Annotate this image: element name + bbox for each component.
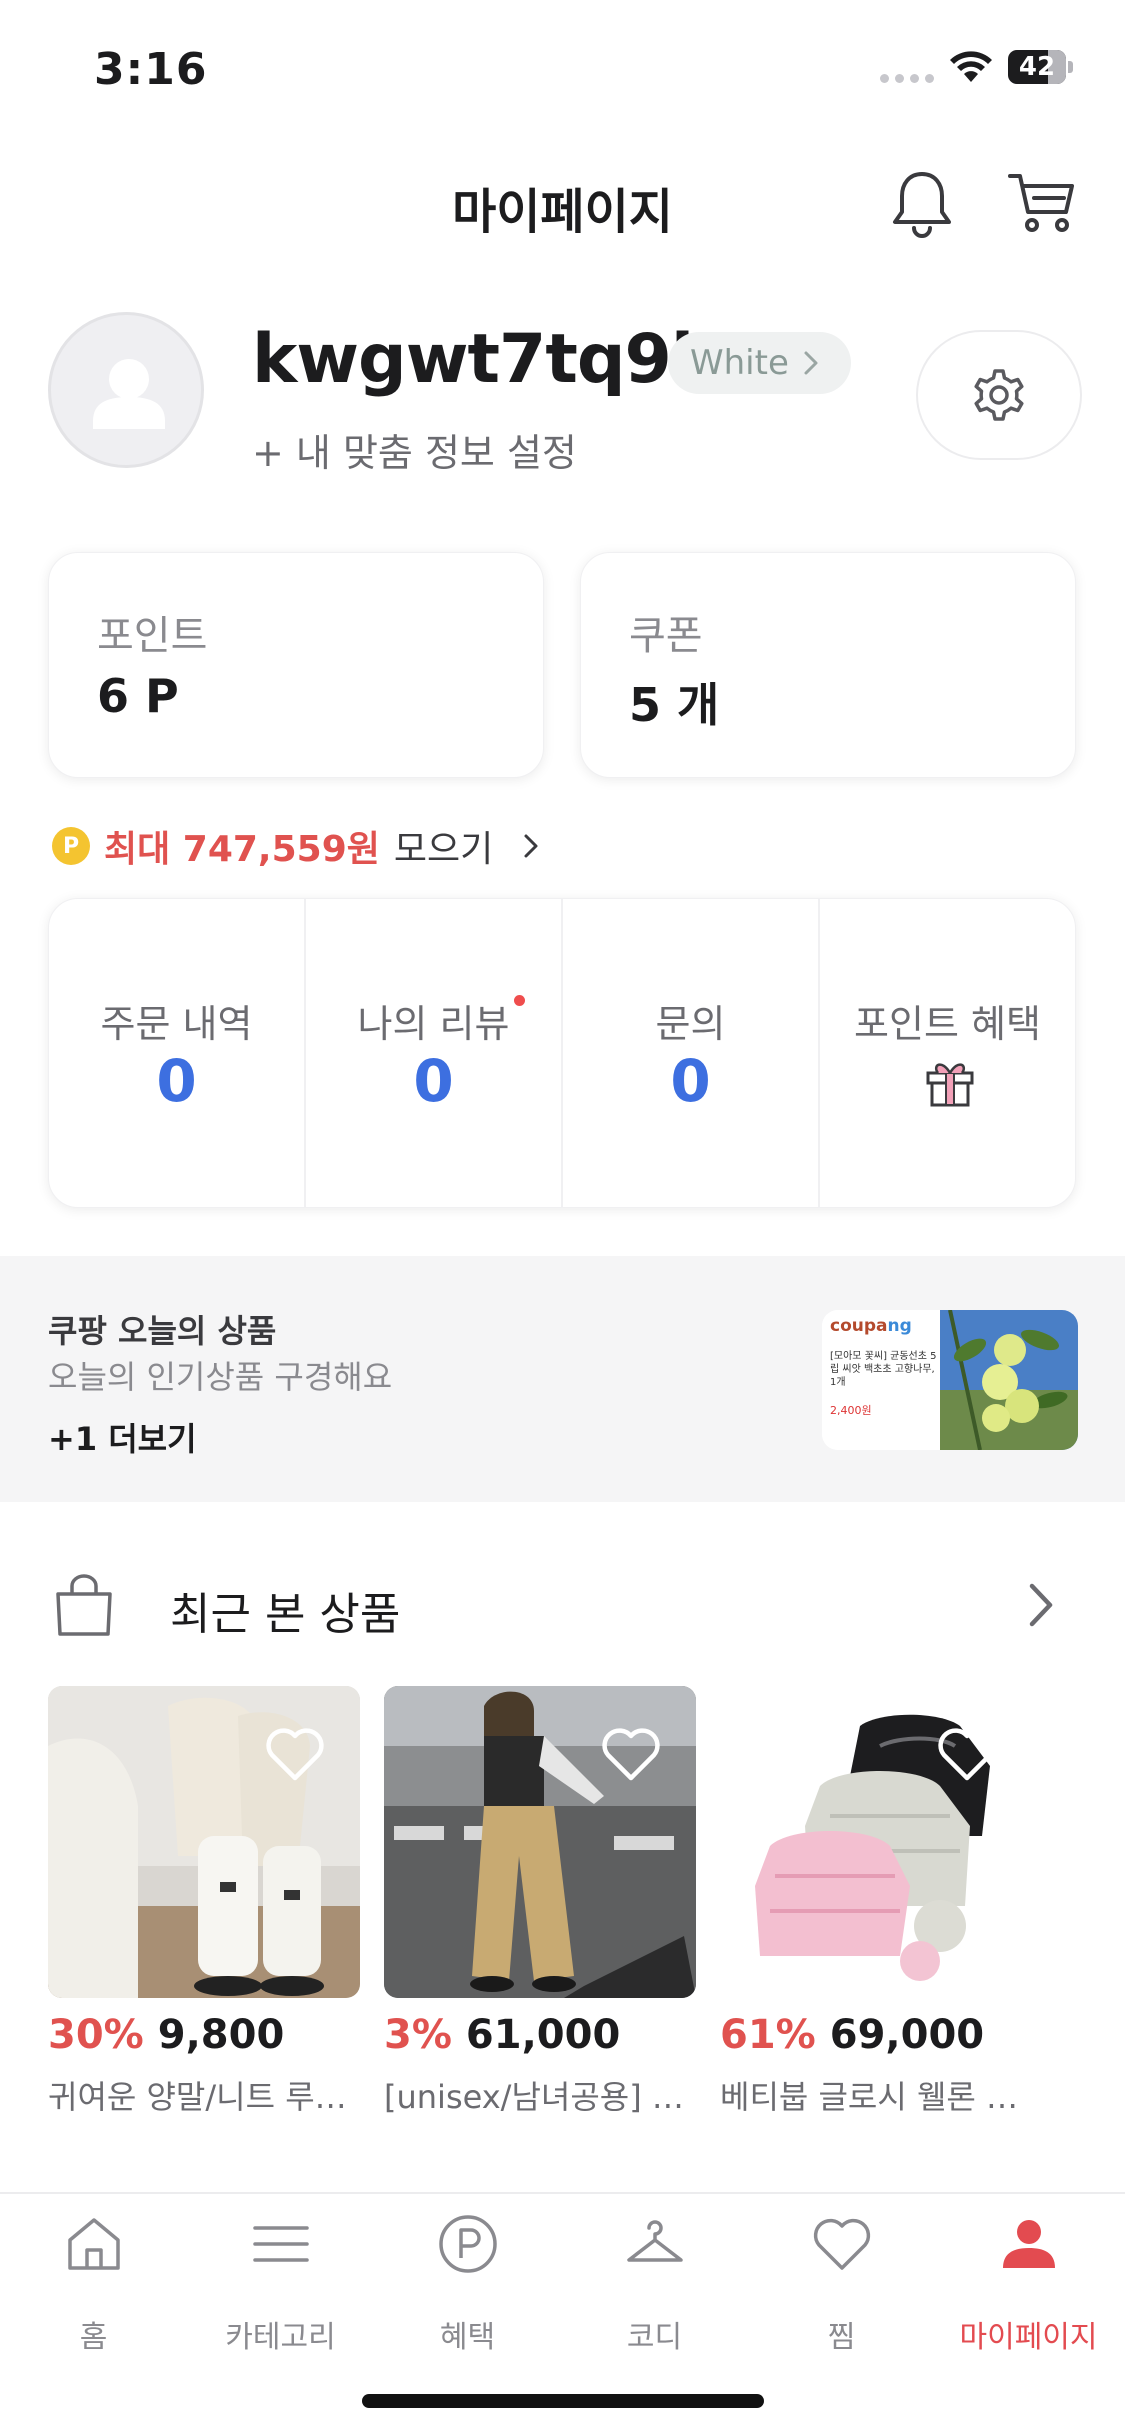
tab-home[interactable]: 홈	[0, 2212, 187, 2362]
points-label: 포인트	[97, 613, 208, 659]
banner-subtitle: 오늘의 인기상품 구경해요	[48, 1358, 393, 1396]
heart-icon	[813, 2218, 871, 2270]
tab-label: 혜택	[439, 2320, 496, 2355]
chevron-right-icon	[524, 834, 538, 858]
product-name: [unisex/남녀공용] 코튼 와이드 팬츠	[384, 2078, 696, 2116]
signal-icon	[880, 74, 934, 83]
product-card[interactable]: 30%9,800 귀여운 양말/니트 루즈핏 레그워머	[48, 1686, 360, 2116]
product-name: 베티붑 글로시 웰론 숏패딩	[720, 2078, 1032, 2116]
bell-icon[interactable]	[888, 166, 956, 238]
heart-icon[interactable]	[600, 1724, 662, 1782]
banner-title: 쿠팡 오늘의 상품	[48, 1312, 277, 1350]
tab-label: 코디	[626, 2320, 683, 2355]
promo-suffix: 모으기	[393, 829, 494, 870]
product-card[interactable]: 61%69,000 베티붑 글로시 웰론 숏패딩	[720, 1686, 1032, 2116]
stat-label: 문의	[655, 1002, 726, 1046]
stat-reviews[interactable]: 나의 리뷰 0	[306, 899, 563, 1207]
stat-orders[interactable]: 주문 내역 0	[49, 899, 306, 1207]
banner-ad-thumbnail[interactable]: coupang [모아모 꽃씨] 균동선초 5립 씨앗 백초초 고향나무, 1개…	[822, 1310, 1078, 1450]
discount-rate: 61%	[720, 2012, 816, 2058]
header: 마이페이지	[0, 150, 1125, 250]
point-icon	[439, 2215, 497, 2273]
menu-icon	[253, 2226, 309, 2262]
tab-label: 찜	[827, 2320, 856, 2355]
coupang-logo: coupang	[830, 1316, 912, 1336]
ad-product-image	[940, 1310, 1078, 1450]
points-value: 6 P	[97, 669, 179, 723]
ad-description: [모아모 꽃씨] 균동선초 5립 씨앗 백초초 고향나무, 1개	[830, 1351, 937, 1388]
shopping-bag-icon	[56, 1574, 112, 1636]
gear-icon	[974, 369, 1024, 421]
home-indicator	[362, 2394, 764, 2408]
product-name: 귀여운 양말/니트 루즈핏 레그워머	[48, 2078, 360, 2116]
coupons-card[interactable]: 쿠폰 5 개	[580, 552, 1076, 778]
custom-info-link[interactable]: + 내 맞춤 정보 설정	[252, 422, 577, 477]
battery-icon: 42	[1008, 50, 1073, 84]
gift-icon	[926, 1063, 974, 1107]
person-icon	[1003, 2220, 1055, 2268]
stat-value: 0	[156, 1047, 197, 1115]
recent-products-header[interactable]: 최근 본 상품	[0, 1556, 1125, 1652]
coupons-value: 5 개	[629, 678, 720, 732]
new-badge-dot	[514, 995, 525, 1006]
cart-icon[interactable]	[1006, 168, 1078, 236]
person-icon	[93, 359, 165, 429]
stat-inquiries[interactable]: 문의 0	[563, 899, 820, 1207]
heart-icon[interactable]	[264, 1724, 326, 1782]
stat-label: 포인트 혜택	[854, 1002, 1041, 1046]
tab-codi[interactable]: 코디	[561, 2212, 748, 2362]
tab-label: 카테고리	[225, 2320, 336, 2355]
product-card[interactable]: 3%61,000 [unisex/남녀공용] 코튼 와이드 팬츠	[384, 1686, 696, 2116]
page-title: 마이페이지	[452, 184, 673, 240]
grade-badge[interactable]: White	[668, 332, 851, 394]
tab-wishlist[interactable]: 찜	[748, 2212, 935, 2362]
promo-highlight: 최대 747,559원	[104, 829, 380, 870]
tab-label: 마이페이지	[959, 2320, 1098, 2355]
battery-level: 42	[1018, 52, 1056, 82]
stat-point-benefits[interactable]: 포인트 혜택	[820, 899, 1075, 1207]
product-price: 30% 9,800	[48, 2012, 285, 2058]
avatar[interactable]	[48, 312, 204, 468]
discount-rate: 3%	[384, 2012, 452, 2058]
product-image[interactable]	[720, 1686, 1032, 1998]
username: kwgwt7tq9h	[252, 320, 719, 399]
product-price: 61% 69,000	[720, 2012, 985, 2058]
banner-more-link[interactable]: +1 더보기	[48, 1414, 197, 1460]
heart-icon[interactable]	[936, 1724, 998, 1782]
product-price: 3% 61,000	[384, 2012, 621, 2058]
stat-value: 0	[413, 1047, 454, 1115]
wifi-icon	[950, 51, 992, 82]
point-coin-icon: P	[52, 827, 90, 865]
settings-button[interactable]	[916, 330, 1082, 460]
status-time: 3:16	[94, 44, 208, 95]
tab-category[interactable]: 카테고리	[187, 2212, 374, 2362]
chevron-right-icon	[804, 351, 818, 375]
tab-label: 홈	[79, 2320, 108, 2355]
grade-label: White	[690, 343, 789, 383]
status-bar: 3:16 42	[0, 0, 1125, 140]
points-card[interactable]: 포인트 6 P	[48, 552, 544, 778]
discount-rate: 30%	[48, 2012, 144, 2058]
tab-benefits[interactable]: 혜택	[374, 2212, 561, 2362]
product-image[interactable]	[384, 1686, 696, 1998]
product-image[interactable]	[48, 1686, 360, 1998]
tab-mypage[interactable]: 마이페이지	[935, 2212, 1122, 2362]
stat-label: 주문 내역	[100, 1002, 253, 1046]
chevron-right-icon[interactable]	[1026, 1580, 1056, 1630]
points-promo-link[interactable]: P 최대 747,559원 모으기	[52, 820, 541, 872]
ad-price: 2,400원	[830, 1404, 872, 1417]
coupons-label: 쿠폰	[629, 613, 703, 659]
home-icon	[68, 2218, 120, 2270]
stat-value: 0	[670, 1047, 711, 1115]
coupang-banner[interactable]: 쿠팡 오늘의 상품 오늘의 인기상품 구경해요 +1 더보기 coupang […	[0, 1256, 1125, 1502]
activity-stats: 주문 내역 0 나의 리뷰 0 문의 0 포인트 혜택	[48, 898, 1076, 1208]
recent-products-title: 최근 본 상품	[170, 1589, 401, 1640]
hanger-icon	[627, 2220, 683, 2262]
